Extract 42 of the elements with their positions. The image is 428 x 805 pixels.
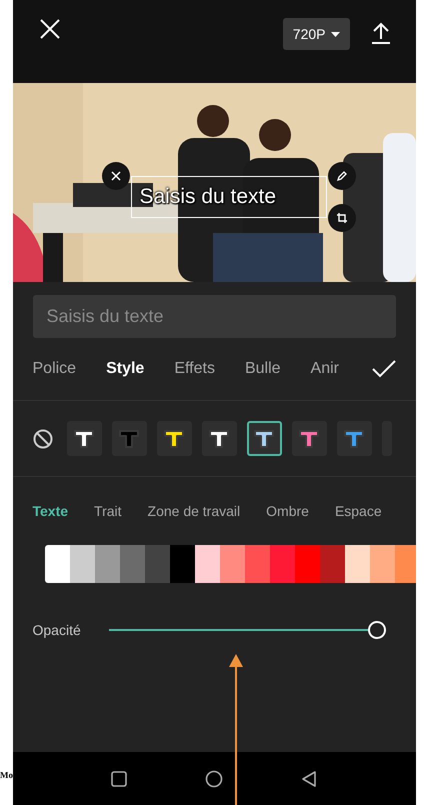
color-swatch[interactable] <box>270 545 294 583</box>
color-swatch[interactable] <box>294 545 320 583</box>
color-swatch[interactable] <box>70 545 94 583</box>
home-icon[interactable] <box>204 770 223 788</box>
resolution-dropdown[interactable]: 720P <box>282 18 350 50</box>
recents-icon[interactable] <box>111 770 128 786</box>
opacity-label: Opacité <box>32 622 81 638</box>
none-icon[interactable] <box>32 428 52 448</box>
check-icon[interactable] <box>372 360 396 378</box>
color-swatch[interactable] <box>320 545 344 583</box>
color-swatch[interactable] <box>220 545 244 583</box>
style-tab[interactable]: Effets <box>174 360 215 378</box>
back-icon[interactable] <box>300 770 317 786</box>
style-tab[interactable]: Bulle <box>244 360 281 378</box>
property-tab[interactable]: Trait <box>94 503 122 519</box>
style-tab[interactable]: Style <box>106 360 144 378</box>
color-swatch[interactable] <box>170 545 194 583</box>
text-style-preset[interactable] <box>202 421 236 456</box>
color-swatch[interactable] <box>244 545 270 583</box>
color-swatch[interactable] <box>194 545 220 583</box>
caret-icon <box>330 32 340 36</box>
text-style-preset[interactable] <box>246 421 282 456</box>
color-swatch[interactable] <box>94 545 120 583</box>
export-icon[interactable] <box>372 22 390 44</box>
color-swatch[interactable] <box>120 545 144 583</box>
color-swatch[interactable] <box>370 545 394 583</box>
text-style-preset[interactable] <box>156 421 192 456</box>
color-swatch[interactable] <box>344 545 370 583</box>
close-icon[interactable] <box>38 18 60 40</box>
text-style-preset[interactable] <box>66 421 102 456</box>
text-input-field[interactable]: Saisis du texte <box>32 295 396 338</box>
property-tab[interactable]: Texte <box>32 503 68 519</box>
property-tab[interactable]: Zone de travail <box>148 503 240 519</box>
color-swatch[interactable] <box>144 545 170 583</box>
color-swatch[interactable] <box>44 545 70 583</box>
property-tab[interactable]: Espace <box>334 503 382 519</box>
style-tab[interactable]: Anir <box>310 360 339 378</box>
style-tab[interactable]: Police <box>32 360 76 378</box>
slider-thumb[interactable] <box>368 621 386 639</box>
property-tab[interactable]: Ombre <box>266 503 309 519</box>
caption-fragment: Mo <box>0 770 13 780</box>
color-swatch[interactable] <box>394 545 416 583</box>
